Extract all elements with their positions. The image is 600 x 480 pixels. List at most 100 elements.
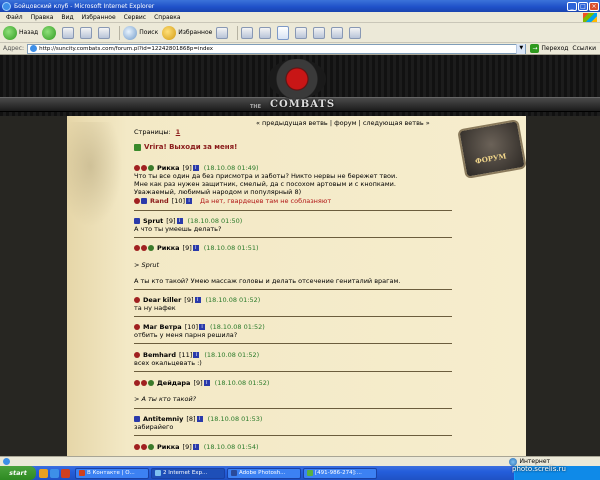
messenger-icon — [313, 26, 326, 39]
toolbar-separator — [237, 25, 239, 40]
minimize-button[interactable]: _ — [567, 1, 577, 11]
quick-launch-icon[interactable] — [50, 468, 59, 478]
user-info-icon[interactable]: i — [193, 351, 200, 358]
history-button[interactable] — [216, 26, 230, 39]
post-author[interactable]: Маг Ветра — [143, 323, 182, 331]
next-thread-link[interactable]: следующая ветвь » — [363, 119, 430, 127]
prev-thread-link[interactable]: « предыдущая ветвь — [256, 119, 328, 127]
forum-shield-icon — [457, 118, 527, 180]
post-time: (18.10.08 01:52) — [210, 322, 265, 331]
post-divider — [134, 237, 452, 238]
post-author-level: [9] — [193, 378, 203, 387]
close-button[interactable]: × — [589, 1, 599, 11]
forum-post: Рикка [9] i (18.10.08 01:49) Что ты все … — [134, 163, 452, 205]
post-author[interactable]: Dear killer — [143, 296, 181, 304]
address-input[interactable]: http://suncity.combats.com/forum.pl?id=1… — [27, 43, 527, 54]
taskbar-task[interactable]: 2 Internet Exp... — [151, 467, 225, 479]
user-info-icon[interactable]: i — [176, 217, 183, 224]
address-dropdown-button[interactable]: ▼ — [516, 43, 526, 54]
post-line: А что ты умеешь делать? — [134, 225, 222, 233]
extra-button-2[interactable] — [349, 26, 363, 39]
refresh-button[interactable] — [80, 26, 94, 39]
left-margin — [0, 116, 67, 456]
edit-button[interactable] — [277, 25, 291, 40]
mail-icon — [241, 26, 254, 39]
site-banner: THE COMBATS — [0, 55, 600, 116]
mail-button[interactable] — [241, 26, 255, 39]
extra-button[interactable] — [331, 26, 345, 39]
quick-launch-icon[interactable] — [61, 468, 70, 478]
home-button[interactable] — [98, 26, 112, 39]
quick-launch-icon[interactable] — [39, 468, 48, 478]
pagination: Страницы: 1 — [134, 128, 180, 136]
post-author[interactable]: Рикка — [157, 244, 180, 252]
address-bar: Адрес: http://suncity.combats.com/forum.… — [0, 43, 600, 55]
post-author[interactable]: Рикка — [157, 164, 180, 172]
go-label: Переход — [541, 45, 569, 52]
post-divider — [134, 408, 452, 409]
menu-favorites[interactable]: Избранное — [78, 14, 120, 21]
forum-link[interactable]: форум — [334, 119, 356, 127]
user-info-icon[interactable]: i — [192, 244, 199, 251]
user-align-icons — [134, 198, 148, 204]
window-title-bar: Бойцовский клуб - Microsoft Internet Exp… — [0, 0, 600, 12]
user-info-icon[interactable]: i — [194, 296, 201, 303]
back-button[interactable]: Назад — [3, 25, 38, 40]
menu-view[interactable]: Вид — [57, 14, 77, 21]
forum-post: Sprut [9] i (18.10.08 01:50) А что ты ум… — [134, 216, 452, 233]
menu-tools[interactable]: Сервис — [120, 14, 150, 21]
print-button[interactable] — [259, 26, 273, 39]
post-author[interactable]: Antitemniy — [143, 415, 183, 423]
task-label: В Контакте | О... — [87, 470, 135, 476]
user-info-icon[interactable]: i — [203, 379, 210, 386]
taskbar-task[interactable]: [491-986-274]:... — [303, 467, 377, 479]
vkontakte-icon — [79, 470, 85, 476]
refresh-icon — [80, 26, 93, 39]
maximize-button[interactable]: □ — [578, 1, 588, 11]
discuss-button[interactable] — [295, 26, 309, 39]
menu-help[interactable]: Справка — [150, 14, 184, 21]
reply-author[interactable]: Rand — [150, 197, 169, 205]
menu-edit[interactable]: Правка — [27, 14, 58, 21]
start-button[interactable]: start — [0, 466, 36, 480]
post-divider — [134, 316, 452, 317]
links-button[interactable]: Ссылки — [572, 45, 596, 52]
user-info-icon[interactable]: i — [192, 164, 199, 171]
post-author[interactable]: Рикка — [157, 443, 180, 451]
stop-button[interactable] — [62, 26, 76, 39]
post-author[interactable]: Дейдара — [157, 379, 190, 387]
messenger-button[interactable] — [313, 26, 327, 39]
post-divider — [134, 435, 452, 436]
user-info-icon[interactable]: i — [196, 415, 203, 422]
forward-button[interactable] — [42, 25, 58, 40]
post-author-level: [8] — [186, 414, 196, 423]
favorites-button[interactable]: Избранное — [162, 25, 212, 40]
user-info-icon[interactable]: i — [186, 198, 193, 204]
site-logo[interactable]: COMBATS — [270, 99, 350, 110]
post-author[interactable]: Sprut — [143, 217, 163, 225]
user-info-icon[interactable]: i — [192, 443, 199, 450]
search-label: Поиск — [139, 29, 159, 36]
user-info-icon[interactable]: i — [199, 323, 206, 330]
taskbar-task[interactable]: В Контакте | О... — [75, 467, 149, 479]
task-label: [491-986-274]:... — [315, 470, 362, 476]
right-margin — [526, 116, 600, 456]
thread-navigation: « предыдущая ветвь | форум | следующая в… — [256, 119, 430, 127]
user-align-icons — [134, 323, 141, 330]
taskbar-task[interactable]: Adobe Photosh... — [227, 467, 301, 479]
page-1-link[interactable]: 1 — [176, 128, 181, 136]
menu-file[interactable]: Файл — [2, 14, 27, 21]
feather-decoration — [67, 122, 125, 232]
post-author[interactable]: Bemhard — [143, 351, 176, 359]
post-divider — [134, 289, 452, 290]
forum-badge[interactable]: ФОРУМ — [457, 118, 527, 180]
search-button[interactable]: Поиск — [123, 25, 159, 40]
post-time: (18.10.08 01:54) — [203, 442, 259, 451]
user-align-icons — [134, 415, 141, 422]
address-url[interactable]: http://suncity.combats.com/forum.pl?id=1… — [39, 46, 213, 52]
go-button[interactable]: → Переход — [530, 44, 568, 53]
combats-emblem-icon — [268, 59, 326, 99]
windows-logo-icon — [583, 12, 597, 22]
forum-post: Рикка [9] i (18.10.08 01:54) — [134, 442, 452, 451]
post-author-level: [9] — [182, 243, 192, 252]
